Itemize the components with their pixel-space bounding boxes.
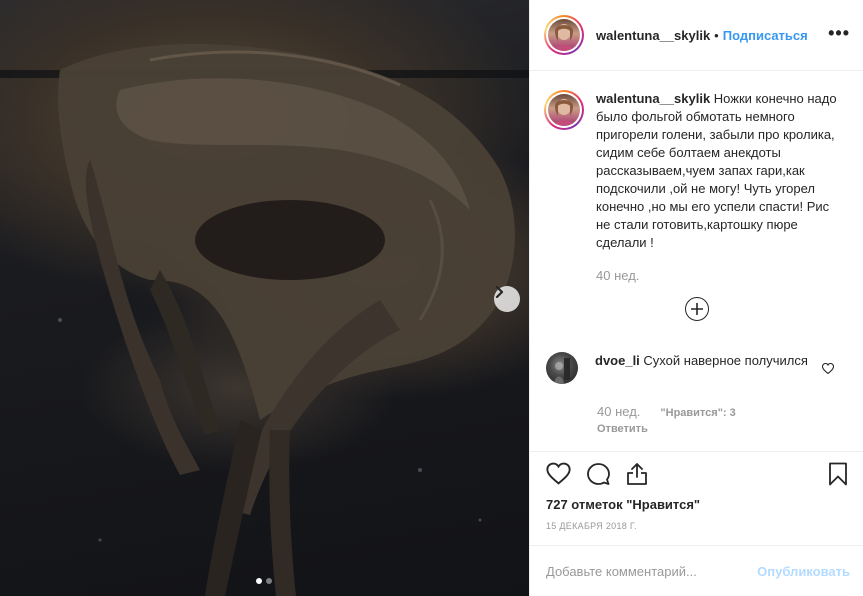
more-dots-icon[interactable]: ••• bbox=[828, 24, 850, 42]
caption-text-block: walentuna__skylik Ножки конечно надо был… bbox=[596, 90, 840, 252]
caption-author-avatar-image bbox=[548, 94, 580, 126]
photo-illustration bbox=[0, 43, 529, 596]
caption-author-avatar[interactable] bbox=[544, 90, 584, 130]
carousel-dot bbox=[266, 578, 272, 584]
comment-bubble-icon[interactable] bbox=[586, 462, 611, 491]
share-icon[interactable] bbox=[626, 462, 648, 491]
post-caption: walentuna__skylik Ножки конечно надо был… bbox=[544, 90, 854, 285]
post-actions-bar bbox=[530, 451, 863, 499]
comment-like-heart-icon[interactable] bbox=[821, 361, 835, 379]
post-date[interactable]: 15 ДЕКАБРЯ 2018 Г. bbox=[546, 521, 637, 531]
comment-meta: 40 нед. "Нравится": 3 bbox=[597, 404, 736, 419]
caption-timestamp[interactable]: 40 нед. bbox=[596, 267, 840, 285]
carousel-next-button[interactable] bbox=[494, 286, 520, 312]
comment-reply-button[interactable]: Ответить bbox=[597, 423, 648, 435]
add-comment-bar: Опубликовать bbox=[530, 545, 863, 596]
carousel-dot-active bbox=[256, 578, 262, 584]
chevron-right-icon bbox=[495, 286, 504, 298]
author-avatar[interactable] bbox=[544, 15, 584, 55]
post-photo[interactable] bbox=[0, 0, 529, 596]
caption-username[interactable]: walentuna__skylik bbox=[596, 91, 710, 106]
comment-input[interactable] bbox=[546, 563, 758, 579]
follow-button[interactable]: Подписаться bbox=[723, 28, 808, 43]
author-avatar-image bbox=[548, 19, 580, 51]
comment-likes-count[interactable]: "Нравится": 3 bbox=[660, 407, 735, 419]
comment-text: Сухой наверное получился bbox=[643, 353, 808, 368]
author-username[interactable]: walentuna__skylik bbox=[596, 28, 710, 43]
commenter-avatar[interactable] bbox=[546, 352, 578, 384]
bookmark-icon[interactable] bbox=[828, 462, 848, 491]
commenter-username[interactable]: dvoe_li bbox=[595, 353, 640, 368]
plus-circle-icon bbox=[691, 303, 703, 315]
post-header: walentuna__skylik • Подписаться ••• bbox=[530, 0, 863, 71]
post-side-panel: walentuna__skylik • Подписаться ••• wale… bbox=[529, 0, 863, 596]
comment-timestamp[interactable]: 40 нед. bbox=[597, 404, 640, 419]
likes-count[interactable]: 727 отметок "Нравится" bbox=[546, 497, 700, 512]
comment-item: dvoe_li Сухой наверное получился bbox=[546, 352, 850, 384]
publish-button[interactable]: Опубликовать bbox=[757, 564, 850, 579]
caption-text: Ножки конечно надо было фольгой обмотать… bbox=[596, 91, 837, 250]
header-separator: • bbox=[714, 27, 719, 43]
load-more-comments-button[interactable] bbox=[685, 297, 709, 321]
carousel-indicator bbox=[256, 578, 272, 584]
heart-icon[interactable] bbox=[546, 462, 571, 490]
